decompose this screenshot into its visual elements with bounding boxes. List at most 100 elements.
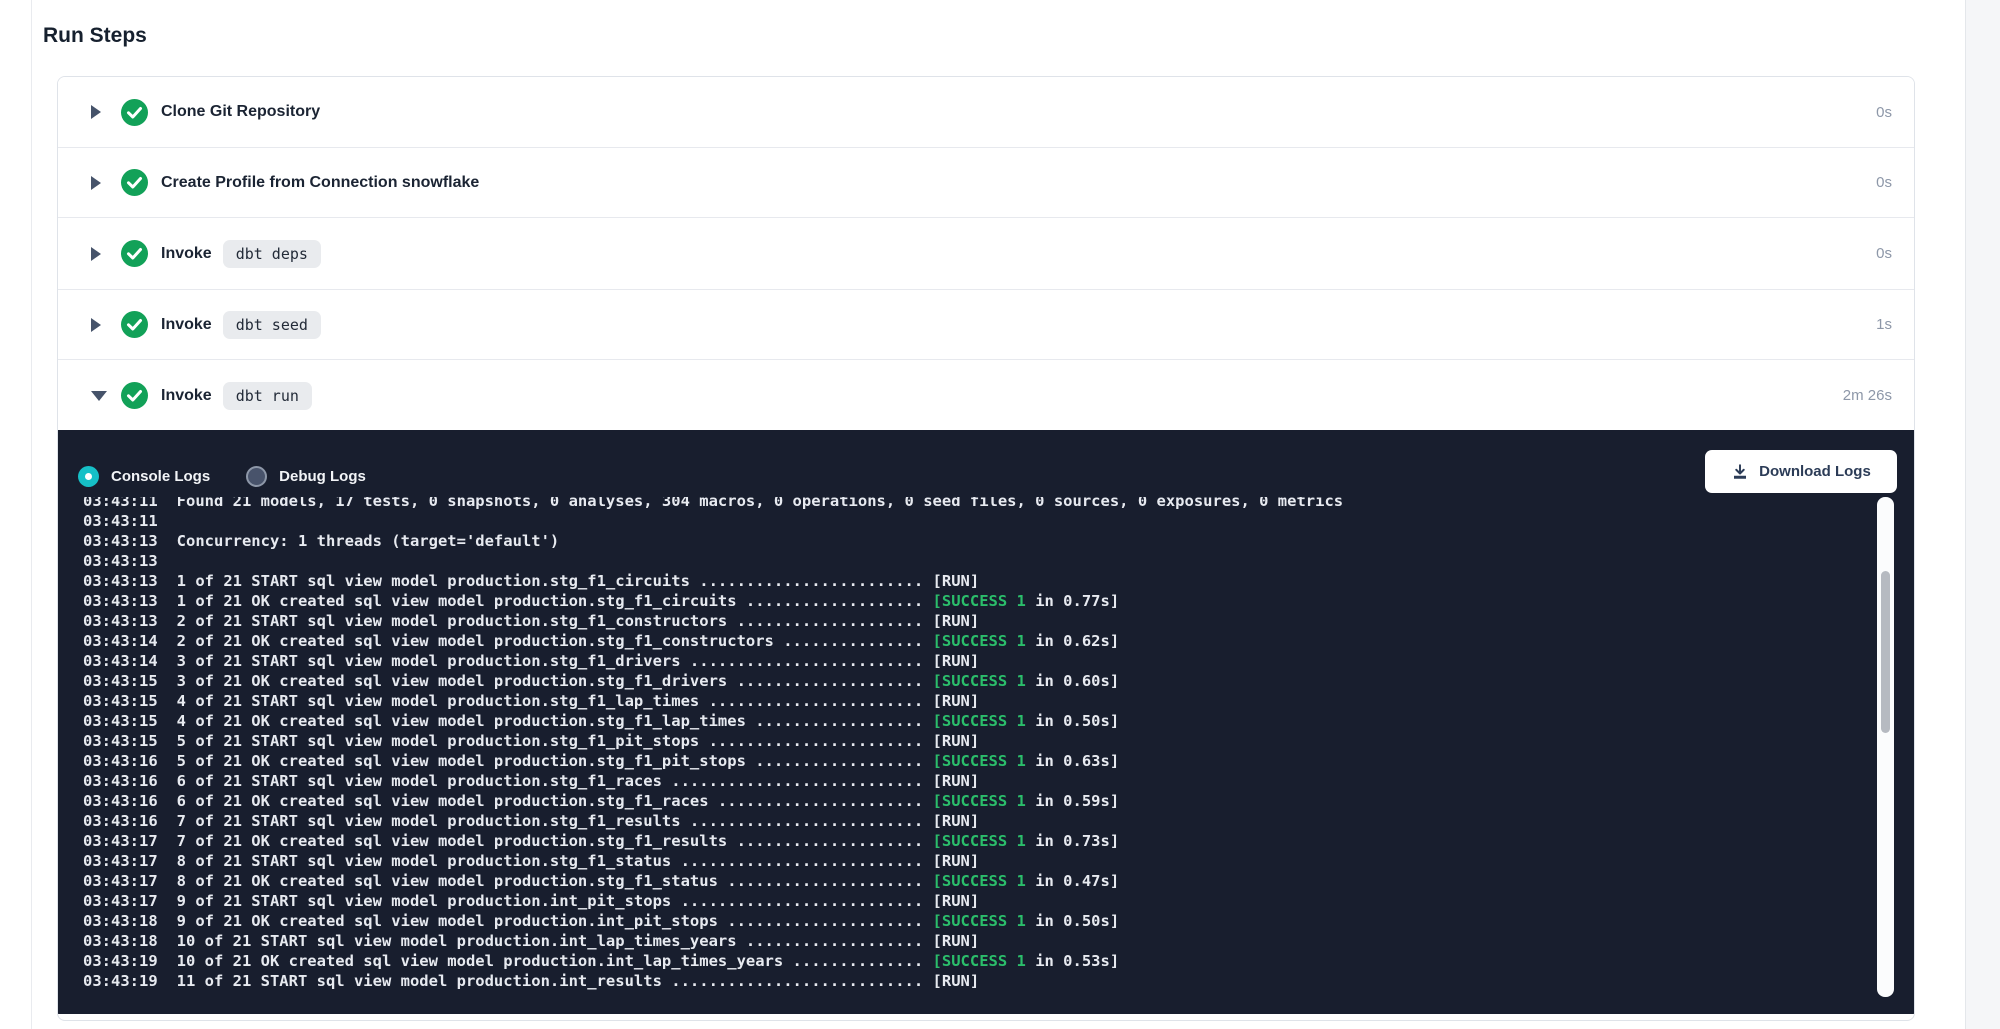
log-line: 03:43:166 of 21 OK created sql view mode… (83, 791, 1873, 811)
log-lines: 03:43:11Found 21 models, 17 tests, 0 sna… (83, 497, 1873, 991)
log-scrollbar-track[interactable] (1877, 497, 1894, 997)
log-message: Concurrency: 1 threads (target='default'… (177, 532, 560, 550)
log-timestamp: 03:43:19 (83, 972, 158, 990)
log-line: 03:43:18 9 of 21 OK created sql view mode… (83, 911, 1873, 931)
content-left-divider (31, 0, 32, 1029)
log-line: 03:43:13 (83, 551, 1873, 571)
log-scrollbar-thumb[interactable] (1881, 571, 1890, 733)
command-badge: dbt run (223, 382, 312, 410)
log-line: 03:43:11 (83, 511, 1873, 531)
log-line: 03:43:143 of 21 START sql view model pro… (83, 651, 1873, 671)
log-message: 4 of 21 START sql view model production.… (177, 692, 980, 710)
log-status-tail: in 0.77s] (1026, 592, 1119, 610)
log-line: 03:43:131 of 21 START sql view model pro… (83, 571, 1873, 591)
log-timestamp: 03:43:16 (83, 812, 158, 830)
log-line: 03:43:131 of 21 OK created sql view mode… (83, 591, 1873, 611)
log-tabs: Console Logs Debug Logs (78, 466, 366, 487)
log-status-tail: in 0.50s] (1026, 712, 1119, 730)
collapse-caret-icon[interactable] (91, 391, 111, 401)
log-status-tail: in 0.59s] (1026, 792, 1119, 810)
radio-selected-icon[interactable] (78, 466, 99, 487)
log-line: 03:43:166 of 21 START sql view model pro… (83, 771, 1873, 791)
log-line: 03:43:15 4 of 21 OK created sql view mode… (83, 711, 1873, 731)
log-line: 03:43:167 of 21 START sql view model pro… (83, 811, 1873, 831)
log-timestamp: 03:43:15 (83, 712, 158, 730)
command-badge: dbt seed (223, 311, 321, 339)
log-success-status: [SUCCESS 1 (933, 952, 1026, 970)
log-status-tail: in 0.47s] (1026, 872, 1119, 890)
log-timestamp: 03:43:13 (83, 612, 158, 630)
expand-caret-icon[interactable] (91, 247, 111, 261)
log-message: 7 of 21 OK created sql view model produc… (177, 832, 933, 850)
command-badge: dbt deps (223, 240, 321, 268)
log-success-status: [SUCCESS 1 (933, 672, 1026, 690)
log-message: 10 of 21 START sql view model production… (177, 932, 980, 950)
step-label: Invoke (161, 316, 212, 334)
log-message: 6 of 21 START sql view model production.… (177, 772, 980, 790)
console-log-output[interactable]: 03:43:11Found 21 models, 17 tests, 0 sna… (83, 497, 1873, 1014)
steps-list: Clone Git Repository 0s Create Profile f… (58, 77, 1914, 431)
step-row[interactable]: Invoke dbt deps 0s (58, 218, 1914, 290)
log-status-tail: in 0.73s] (1026, 832, 1119, 850)
log-panel: Console Logs Debug Logs Download Logs 03… (58, 430, 1914, 1014)
step-row[interactable]: Clone Git Repository 0s (58, 77, 1914, 148)
log-success-status: [SUCCESS 1 (933, 792, 1026, 810)
log-status-tail: in 0.60s] (1026, 672, 1119, 690)
step-row[interactable]: Invoke dbt seed 1s (58, 290, 1914, 360)
log-line: 03:43:1911 of 21 START sql view model pr… (83, 971, 1873, 991)
log-message: 2 of 21 OK created sql view model produc… (177, 632, 933, 650)
log-message: 5 of 21 START sql view model production.… (177, 732, 980, 750)
log-message: 3 of 21 OK created sql view model produc… (177, 672, 933, 690)
log-status-tail: in 0.62s] (1026, 632, 1119, 650)
log-timestamp: 03:43:14 (83, 632, 158, 650)
log-timestamp: 03:43:13 (83, 532, 158, 550)
radio-unselected-icon[interactable] (246, 466, 267, 487)
log-line: 03:43:14 2 of 21 OK created sql view mode… (83, 631, 1873, 651)
log-success-status: [SUCCESS 1 (933, 752, 1026, 770)
expand-caret-icon[interactable] (91, 105, 111, 119)
status-success-icon (121, 99, 148, 126)
status-success-icon (121, 169, 148, 196)
status-success-icon (121, 382, 148, 409)
log-timestamp: 03:43:13 (83, 592, 158, 610)
log-line: 03:43:178 of 21 START sql view model pro… (83, 851, 1873, 871)
log-line: 03:43:15 3 of 21 OK created sql view mode… (83, 671, 1873, 691)
log-line: 03:43:13 Concurrency: 1 threads (target='… (83, 531, 1873, 551)
run-steps-card: Clone Git Repository 0s Create Profile f… (57, 76, 1915, 1021)
log-status-tail: in 0.50s] (1026, 912, 1119, 930)
log-timestamp: 03:43:13 (83, 552, 158, 570)
expand-caret-icon[interactable] (91, 318, 111, 332)
log-success-status: [SUCCESS 1 (933, 832, 1026, 850)
log-line: 03:43:179 of 21 START sql view model pro… (83, 891, 1873, 911)
tab-debug-logs[interactable]: Debug Logs (246, 466, 366, 487)
page-title: Run Steps (43, 24, 147, 48)
log-message: 10 of 21 OK created sql view model produ… (177, 952, 933, 970)
step-row[interactable]: Invoke dbt run 2m 26s (58, 360, 1914, 431)
log-message: 8 of 21 OK created sql view model produc… (177, 872, 933, 890)
download-logs-button[interactable]: Download Logs (1705, 450, 1897, 493)
log-message: 4 of 21 OK created sql view model produc… (177, 712, 933, 730)
log-timestamp: 03:43:15 (83, 732, 158, 750)
log-message: 9 of 21 OK created sql view model produc… (177, 912, 933, 930)
log-timestamp: 03:43:18 (83, 912, 158, 930)
step-duration: 2m 26s (1843, 387, 1892, 404)
tab-console-logs[interactable]: Console Logs (78, 466, 210, 487)
log-message: 9 of 21 START sql view model production.… (177, 892, 980, 910)
log-timestamp: 03:43:16 (83, 792, 158, 810)
log-timestamp: 03:43:15 (83, 692, 158, 710)
log-message: 5 of 21 OK created sql view model produc… (177, 752, 933, 770)
log-line: 03:43:178 of 21 OK created sql view mode… (83, 871, 1873, 891)
step-label: Invoke (161, 387, 212, 405)
log-timestamp: 03:43:17 (83, 832, 158, 850)
log-timestamp: 03:43:15 (83, 672, 158, 690)
log-line: 03:43:11Found 21 models, 17 tests, 0 sna… (83, 497, 1873, 511)
expand-caret-icon[interactable] (91, 176, 111, 190)
log-timestamp: 03:43:19 (83, 952, 158, 970)
log-message: 1 of 21 START sql view model production.… (177, 572, 980, 590)
download-logs-label: Download Logs (1759, 463, 1871, 480)
log-line: 03:43:19 10 of 21 OK created sql view mod… (83, 951, 1873, 971)
step-label: Create Profile from Connection snowflake (161, 174, 479, 192)
log-line: 03:43:15 5 of 21 START sql view model pro… (83, 731, 1873, 751)
step-row[interactable]: Create Profile from Connection snowflake… (58, 148, 1914, 218)
log-status-tail: in 0.53s] (1026, 952, 1119, 970)
